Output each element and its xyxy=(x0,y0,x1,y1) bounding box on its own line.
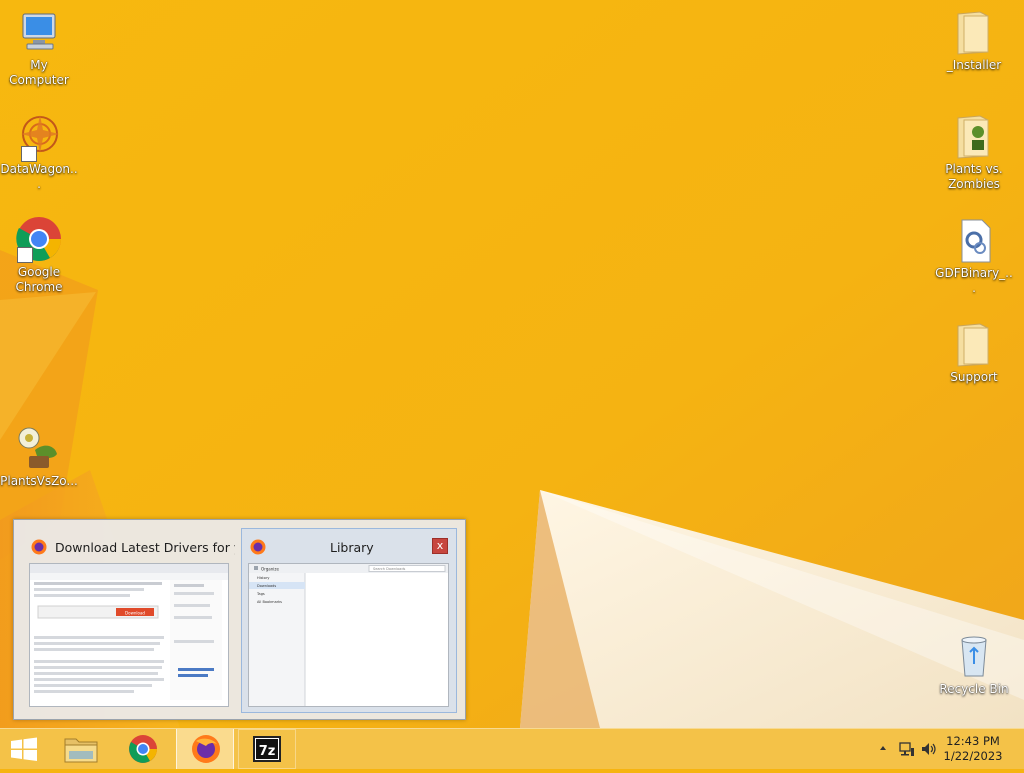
firefox-icon xyxy=(250,539,266,555)
volume-icon[interactable] xyxy=(920,740,938,758)
datawagon-icon xyxy=(15,112,63,162)
taskbar-file-explorer[interactable] xyxy=(52,729,110,769)
firefox-icon xyxy=(192,735,220,763)
thumbnail-firefox-library[interactable]: Library x Organize Search Downloads Hist… xyxy=(241,528,457,713)
desktop-icon-label: My Computer xyxy=(9,58,69,87)
taskbar: 7z 12:43 PM 1/22/2023 xyxy=(0,728,1024,769)
shortcut-arrow-icon xyxy=(17,247,33,263)
thumbnail-title: Library xyxy=(330,540,374,555)
recycle-bin-icon xyxy=(950,632,998,680)
library-tree-tags: Tags xyxy=(256,592,265,596)
library-search-field: Search Downloads xyxy=(373,567,406,571)
close-window-button[interactable]: x xyxy=(432,538,448,554)
chrome-icon xyxy=(129,735,157,763)
desktop-icon-plantsvszombies-left[interactable]: PlantsVsZo... xyxy=(0,424,78,489)
clock-time: 12:43 PM xyxy=(946,734,1000,748)
desktop-icon-label: DataWagon... xyxy=(0,162,78,191)
desktop-icon-label: GDFBinary_... xyxy=(935,266,1013,295)
desktop-icon-my-computer[interactable]: My Computer xyxy=(0,8,78,88)
desktop-icon-google-chrome[interactable]: Google Chrome xyxy=(0,215,78,295)
computer-icon xyxy=(15,8,63,56)
library-organize-menu: Organize xyxy=(261,567,279,572)
thumbnail-title: Download Latest Drivers for you... xyxy=(55,540,235,555)
clock-date: 1/22/2023 xyxy=(943,749,1003,763)
desktop-icon-label: PlantsVsZo... xyxy=(0,474,78,488)
thumbnail-preview: Download xyxy=(29,563,229,707)
folder-icon xyxy=(950,112,998,160)
file-explorer-icon xyxy=(64,738,98,763)
chrome-icon xyxy=(15,215,63,263)
7zip-icon: 7z xyxy=(253,736,281,762)
desktop-icon-gdfbinary[interactable]: GDFBinary_... xyxy=(935,216,1013,296)
taskbar-firefox[interactable] xyxy=(176,729,234,769)
7zip-label: 7z xyxy=(259,744,276,759)
tray-chevron-icon[interactable] xyxy=(878,743,888,753)
shortcut-arrow-icon xyxy=(21,146,37,162)
desktop-icon-support[interactable]: Support xyxy=(935,320,1013,385)
taskbar-chrome[interactable] xyxy=(114,729,172,769)
desktop-icon-plants-vs-zombies[interactable]: Plants vs. Zombies xyxy=(935,112,1013,192)
plants-vs-zombies-icon xyxy=(15,424,63,472)
desktop-icon-installer[interactable]: _Installer xyxy=(935,8,1013,73)
desktop-icon-label: Support xyxy=(950,370,998,384)
start-icon xyxy=(11,737,37,761)
library-tree-history: History xyxy=(257,576,269,580)
desktop-icon-recycle-bin[interactable]: Recycle Bin xyxy=(935,632,1013,697)
start-button[interactable] xyxy=(0,729,48,769)
taskbar-7zip[interactable]: 7z xyxy=(238,729,296,769)
library-tree-downloads: Downloads xyxy=(257,584,276,588)
folder-icon xyxy=(950,320,998,368)
taskbar-clock[interactable]: 12:43 PM 1/22/2023 xyxy=(940,734,1006,764)
taskbar-thumbnail-flyout: Download Latest Drivers for you... Downl… xyxy=(13,519,466,720)
system-tray: 12:43 PM 1/22/2023 xyxy=(864,729,1024,769)
library-tree-all-bookmarks: All Bookmarks xyxy=(257,600,282,604)
desktop-icon-label: _Installer xyxy=(946,58,1002,72)
download-button-label: Download xyxy=(125,611,145,616)
desktop-icon-label: Recycle Bin xyxy=(939,682,1009,696)
desktop-icon-datawagon[interactable]: DataWagon... xyxy=(0,112,78,192)
thumbnail-preview: Organize Search Downloads History Downlo… xyxy=(248,563,449,707)
settings-file-icon xyxy=(950,216,998,264)
desktop-icon-label: Google Chrome xyxy=(15,265,63,294)
firefox-icon xyxy=(31,539,47,555)
network-icon[interactable] xyxy=(898,740,916,758)
desktop-icon-label: Plants vs. Zombies xyxy=(945,162,1003,191)
thumbnail-firefox-drivers[interactable]: Download Latest Drivers for you... Downl… xyxy=(22,528,236,713)
folder-icon xyxy=(950,8,998,56)
